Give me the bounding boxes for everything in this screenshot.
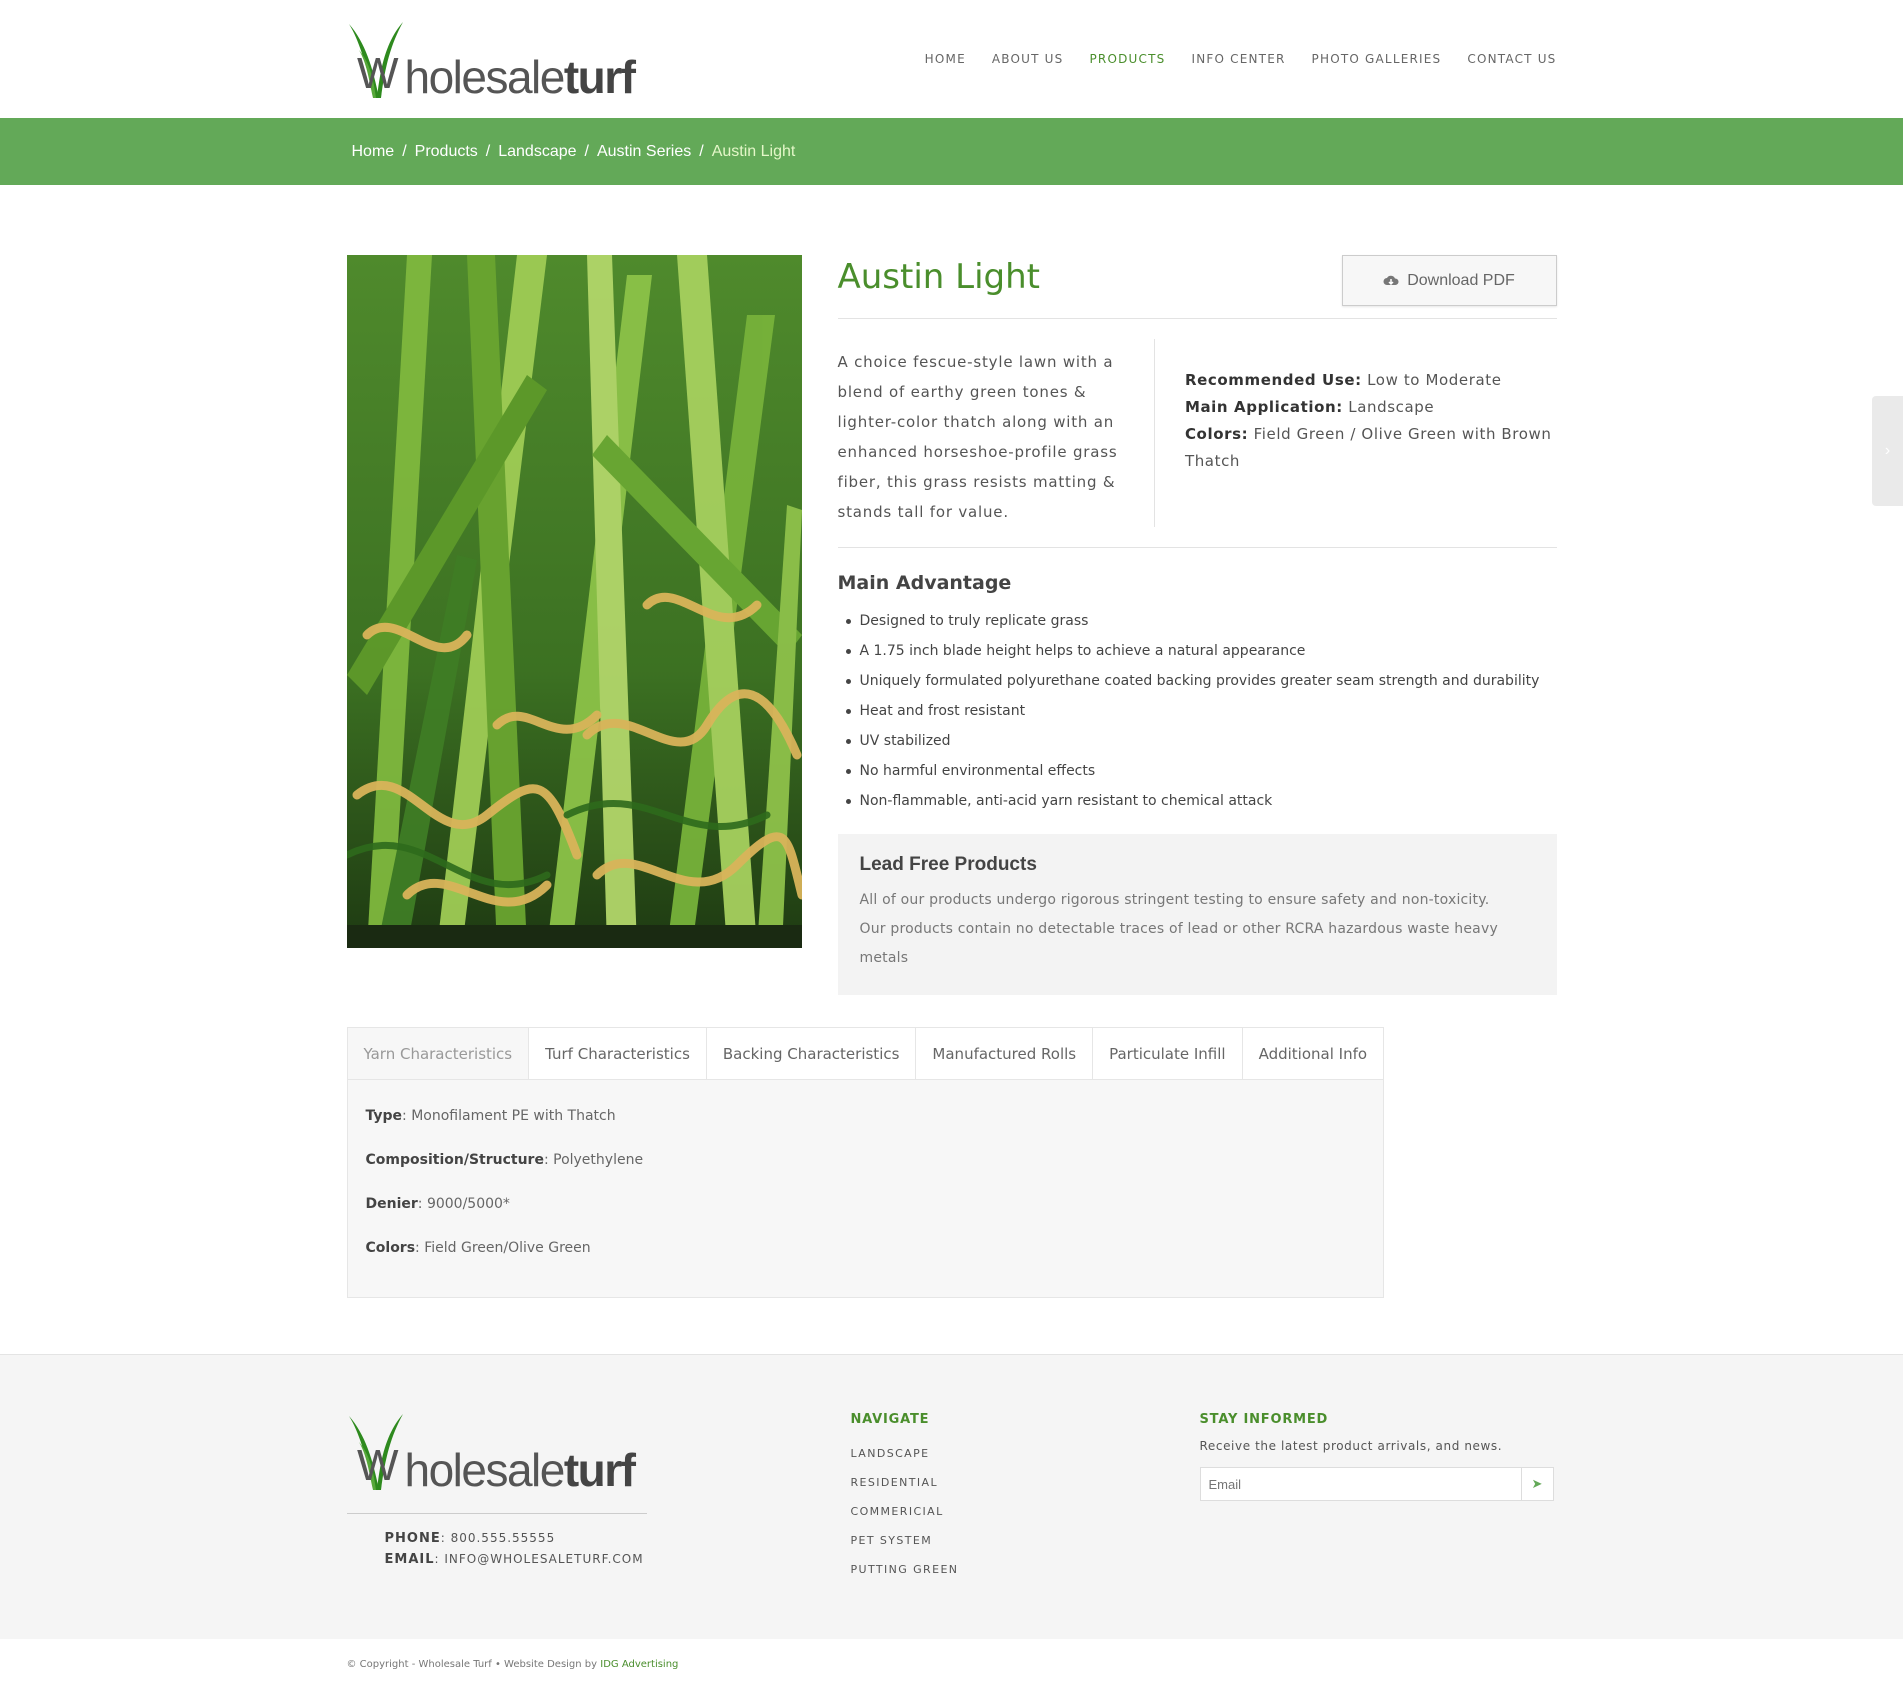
- logo-wordmark: holesaleturf: [404, 51, 636, 103]
- tab-manufactured-rolls[interactable]: Manufactured Rolls: [916, 1027, 1094, 1079]
- list-item: Non-flammable, anti-acid yarn resistant …: [842, 786, 1557, 816]
- characteristics-tabs: Yarn Characteristics Turf Characteristic…: [346, 1027, 1385, 1298]
- chevron-right-icon: ›: [1884, 442, 1891, 459]
- grass-logo-icon: W: [348, 22, 403, 98]
- spec-colors: Colors: Field Green / Olive Green with B…: [1184, 425, 1552, 470]
- svg-text:W: W: [357, 49, 399, 98]
- breadcrumb-separator: /: [485, 142, 491, 160]
- footer-newsletter-heading: STAY INFORMED: [1199, 1412, 1329, 1427]
- spec-main-application: Main Application: Landscape: [1184, 398, 1435, 416]
- yarn-type: Type: Monofilament PE with Thatch: [365, 1108, 616, 1124]
- newsletter-form: ➤: [1199, 1467, 1554, 1501]
- nav-about-us[interactable]: ABOUT US: [992, 52, 1064, 66]
- advantage-list: Designed to truly replicate grass A 1.75…: [838, 606, 1557, 816]
- copyright-text: © Copyright - Wholesale Turf • Website D…: [346, 1659, 601, 1670]
- newsletter-text: Receive the latest product arrivals, and…: [1199, 1439, 1503, 1453]
- footer-contact: PHONE: 800.555.55555 EMAIL: INFO@WHOLESA…: [347, 1528, 851, 1570]
- site-logo[interactable]: W holesaleturf: [347, 20, 636, 103]
- yarn-denier: Denier: 9000/5000*: [365, 1196, 510, 1212]
- download-pdf-button[interactable]: Download PDF: [1341, 255, 1557, 306]
- lead-free-title: Lead Free Products: [859, 854, 1037, 875]
- main-advantage-heading: Main Advantage: [837, 572, 1012, 594]
- list-item: Uniquely formulated polyurethane coated …: [842, 666, 1557, 696]
- product-info: Austin Light Download PDF A choice fescu…: [837, 255, 1557, 995]
- email-field[interactable]: [1200, 1468, 1521, 1500]
- footer-link-landscape[interactable]: LANDSCAPE: [851, 1439, 1200, 1468]
- list-item: UV stabilized: [842, 726, 1557, 756]
- next-product-tab[interactable]: ›: [1872, 396, 1903, 506]
- logo-wordmark: holesaleturf: [404, 1444, 636, 1496]
- nav-products[interactable]: PRODUCTS: [1089, 52, 1165, 66]
- list-item: A 1.75 inch blade height helps to achiev…: [842, 636, 1557, 666]
- site-header: W holesaleturf HOME ABOUT US PRODUCTS IN…: [0, 0, 1903, 118]
- footer-newsletter: STAY INFORMED Receive the latest product…: [1199, 1355, 1557, 1640]
- product-section: Austin Light Download PDF A choice fescu…: [0, 185, 1903, 1298]
- tab-backing-characteristics[interactable]: Backing Characteristics: [706, 1027, 917, 1079]
- lead-free-box: Lead Free Products All of our products u…: [837, 834, 1557, 995]
- breadcrumb: Home / Products / Landscape / Austin Ser…: [347, 118, 1557, 185]
- breadcrumb-separator: /: [402, 142, 407, 160]
- grass-photo-image: [346, 255, 802, 948]
- send-icon: ➤: [1531, 1476, 1543, 1491]
- product-specs: Recommended Use: Low to Moderate Main Ap…: [1155, 339, 1557, 527]
- tab-panel: Type: Monofilament PE with Thatch Compos…: [346, 1079, 1385, 1298]
- breadcrumb-landscape[interactable]: Landscape: [498, 143, 576, 161]
- footer-navigate: NAVIGATE LANDSCAPE RESIDENTIAL COMMERICI…: [851, 1355, 1200, 1640]
- list-item: Designed to truly replicate grass: [842, 606, 1557, 636]
- nav-contact-us[interactable]: CONTACT US: [1467, 52, 1556, 66]
- breadcrumb-separator: /: [699, 142, 704, 160]
- tab-turf-characteristics[interactable]: Turf Characteristics: [529, 1027, 707, 1079]
- site-footer: W holesaleturf PHONE: 800.555.55555 EMAI…: [0, 1354, 1903, 1639]
- product-description: A choice fescue-style lawn with a blend …: [838, 339, 1155, 527]
- svg-text:W: W: [357, 1441, 399, 1490]
- footer-link-putting-green[interactable]: PUTTING GREEN: [851, 1555, 1200, 1584]
- copyright-bar: © Copyright - Wholesale Turf • Website D…: [0, 1659, 1903, 1670]
- breadcrumb-products[interactable]: Products: [415, 143, 478, 161]
- tab-additional-info[interactable]: Additional Info: [1242, 1027, 1385, 1079]
- breadcrumb-bar: Home / Products / Landscape / Austin Ser…: [0, 118, 1903, 185]
- yarn-colors: Colors: Field Green/Olive Green: [365, 1240, 591, 1256]
- footer-divider: [346, 1513, 647, 1514]
- list-item: No harmful environmental effects: [842, 756, 1557, 786]
- main-nav: HOME ABOUT US PRODUCTS INFO CENTER PHOTO…: [925, 52, 1557, 66]
- yarn-composition: Composition/Structure: Polyethylene: [365, 1152, 644, 1168]
- footer-link-commercial[interactable]: COMMERICIAL: [851, 1497, 1200, 1526]
- product-title: Austin Light: [837, 257, 1041, 297]
- product-title-row: Austin Light Download PDF: [837, 255, 1557, 319]
- download-pdf-label: Download PDF: [1407, 271, 1515, 289]
- spec-recommended-use: Recommended Use: Low to Moderate: [1184, 371, 1502, 389]
- tab-list: Yarn Characteristics Turf Characteristic…: [346, 1027, 1385, 1079]
- breadcrumb-home[interactable]: Home: [352, 143, 395, 161]
- footer-logo[interactable]: W holesaleturf: [347, 1411, 851, 1493]
- agency-link[interactable]: IDG Advertising: [600, 1659, 678, 1670]
- grass-logo-icon: W: [348, 1414, 403, 1490]
- breadcrumb-austin-series[interactable]: Austin Series: [597, 143, 691, 161]
- footer-navigate-heading: NAVIGATE: [850, 1412, 930, 1427]
- footer-link-pet-system[interactable]: PET SYSTEM: [851, 1526, 1200, 1555]
- footer-link-residential[interactable]: RESIDENTIAL: [851, 1468, 1200, 1497]
- lead-free-text-1: All of our products undergo rigorous str…: [859, 892, 1490, 908]
- nav-photo-galleries[interactable]: PHOTO GALLERIES: [1312, 52, 1442, 66]
- tab-yarn-characteristics[interactable]: Yarn Characteristics: [346, 1027, 530, 1079]
- footer-brand: W holesaleturf PHONE: 800.555.55555 EMAI…: [346, 1355, 851, 1640]
- send-button[interactable]: ➤: [1520, 1468, 1553, 1500]
- list-item: Heat and frost resistant: [842, 696, 1557, 726]
- product-photo[interactable]: [346, 255, 802, 948]
- footer-phone: PHONE: 800.555.55555: [384, 1531, 556, 1546]
- cloud-download-icon: [1383, 275, 1399, 285]
- nav-home[interactable]: HOME: [925, 52, 966, 66]
- footer-email: EMAIL: INFO@WHOLESALETURF.COM: [384, 1552, 644, 1567]
- product-details: A choice fescue-style lawn with a blend …: [837, 319, 1557, 548]
- breadcrumb-current: Austin Light: [711, 142, 796, 160]
- tab-particulate-infill[interactable]: Particulate Infill: [1093, 1027, 1243, 1079]
- lead-free-text-2: Our products contain no detectable trace…: [859, 921, 1498, 966]
- breadcrumb-separator: /: [584, 142, 589, 160]
- nav-info-center[interactable]: INFO CENTER: [1191, 52, 1285, 66]
